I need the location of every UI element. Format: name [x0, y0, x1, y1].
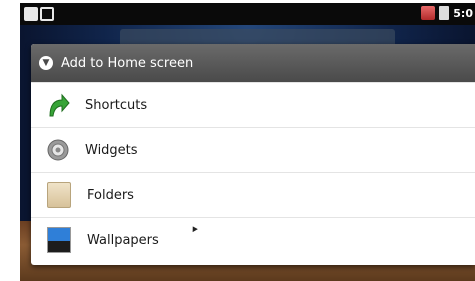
status-bar: 5:0: [20, 3, 475, 25]
status-right-icons: 5:0: [421, 6, 473, 20]
battery-icon: [439, 6, 450, 20]
shortcut-arrow-icon: [45, 92, 71, 118]
notification-icon: [24, 7, 38, 21]
menu-item-widgets[interactable]: Widgets: [31, 127, 475, 172]
add-to-home-dialog: ▼ Add to Home screen Shortcuts Widgets F…: [31, 44, 475, 265]
sd-card-icon: [40, 7, 54, 21]
widget-gear-icon: [45, 137, 71, 163]
menu-item-wallpapers[interactable]: Wallpapers: [31, 217, 475, 262]
wallpaper-icon: [47, 227, 71, 253]
menu-item-label: Wallpapers: [87, 232, 159, 248]
menu-item-folders[interactable]: Folders: [31, 172, 475, 217]
status-time: 5:0: [453, 6, 473, 20]
menu-item-label: Shortcuts: [85, 97, 148, 113]
status-left-icons: [24, 7, 54, 21]
menu-item-shortcuts[interactable]: Shortcuts: [31, 82, 475, 127]
menu-item-label: Widgets: [85, 142, 138, 158]
folder-icon: [47, 182, 71, 208]
chevron-down-icon: ▼: [39, 56, 53, 70]
dialog-title-bar: ▼ Add to Home screen: [31, 44, 475, 82]
dialog-title: Add to Home screen: [61, 55, 194, 71]
menu-item-label: Folders: [87, 187, 134, 203]
camera-icon: [421, 6, 436, 20]
